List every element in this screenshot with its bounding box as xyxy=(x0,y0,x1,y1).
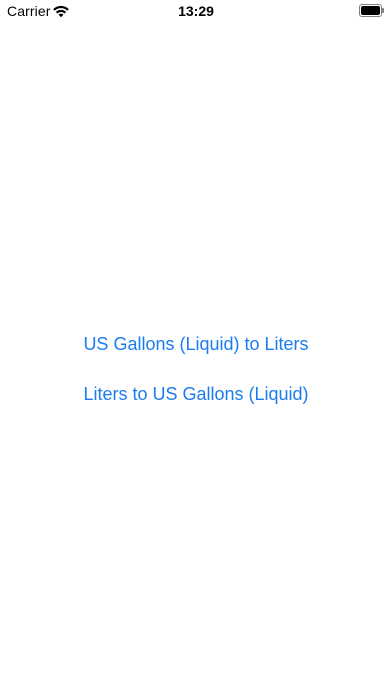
battery-icon xyxy=(359,4,385,17)
gallons-to-liters-button[interactable]: US Gallons (Liquid) to Liters xyxy=(0,330,392,358)
conversion-options: US Gallons (Liquid) to Liters Liters to … xyxy=(0,330,392,430)
clock-time: 13:29 xyxy=(178,3,214,19)
liters-to-gallons-button[interactable]: Liters to US Gallons (Liquid) xyxy=(0,380,392,408)
status-bar: Carrier 13:29 xyxy=(0,0,392,22)
